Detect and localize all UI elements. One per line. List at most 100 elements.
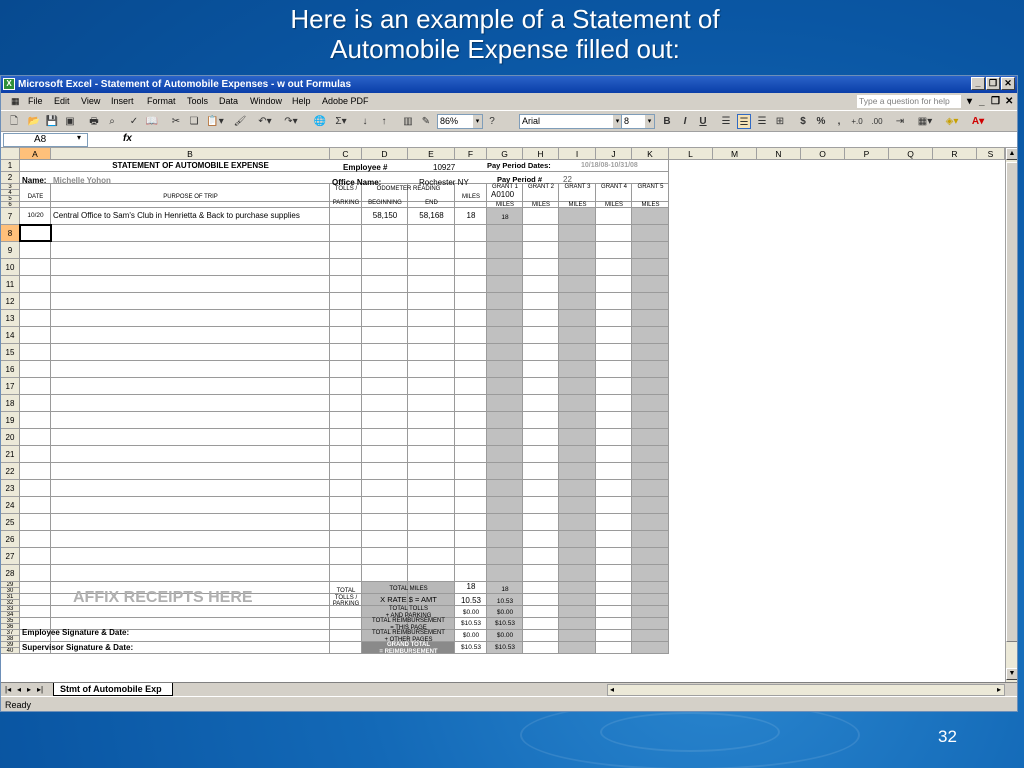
row-header-28[interactable]: 28 xyxy=(1,565,20,582)
percent-button[interactable]: % xyxy=(815,114,827,129)
next-sheet-icon[interactable]: ▸ xyxy=(27,683,31,696)
open-icon[interactable]: 📂 xyxy=(27,114,41,129)
minimize-button[interactable]: _ xyxy=(971,77,985,90)
format-painter-icon[interactable]: 🖌 xyxy=(233,114,247,129)
underline-button[interactable]: U xyxy=(697,114,709,129)
row-header-13[interactable]: 13 xyxy=(1,310,20,327)
menu-file[interactable]: File xyxy=(28,93,43,110)
row-header-7[interactable]: 7 xyxy=(1,208,20,225)
hyperlink-icon[interactable]: 🌐 xyxy=(313,114,327,129)
menu-window[interactable]: Window xyxy=(250,93,282,110)
merge-center-icon[interactable]: ⊞ xyxy=(773,114,787,129)
cut-icon[interactable]: ✂ xyxy=(169,114,183,129)
column-header-m[interactable]: M xyxy=(713,148,757,160)
save-icon[interactable]: 💾 xyxy=(45,114,59,129)
prev-sheet-icon[interactable]: ◂ xyxy=(17,683,21,696)
italic-button[interactable]: I xyxy=(679,114,691,129)
scroll-left-icon[interactable]: ◂ xyxy=(610,683,614,696)
menu-help[interactable]: Help xyxy=(292,93,311,110)
align-left-icon[interactable]: ☰ xyxy=(719,114,733,129)
row-header-10[interactable]: 10 xyxy=(1,259,20,276)
align-right-icon[interactable]: ☰ xyxy=(755,114,769,129)
row-header-22[interactable]: 22 xyxy=(1,463,20,480)
row-header-14[interactable]: 14 xyxy=(1,327,20,344)
column-header-q[interactable]: Q xyxy=(889,148,933,160)
column-header-n[interactable]: N xyxy=(757,148,801,160)
help-icon[interactable]: ? xyxy=(485,114,499,129)
column-header-p[interactable]: P xyxy=(845,148,889,160)
fill-color-icon[interactable]: ◈▾ xyxy=(941,114,963,129)
scroll-up-icon[interactable]: ▲ xyxy=(1006,148,1017,160)
permission-icon[interactable]: ▣ xyxy=(63,114,77,129)
new-icon[interactable]: 🗋 xyxy=(7,114,21,129)
row-header-1[interactable]: 1 xyxy=(1,160,20,172)
horizontal-scrollbar[interactable]: ◂ ▸ xyxy=(607,684,1005,696)
print-icon[interactable]: 🖶 xyxy=(87,114,101,129)
drawing-icon[interactable]: ✎ xyxy=(419,114,433,129)
row-header-11[interactable]: 11 xyxy=(1,276,20,293)
excel-icon[interactable]: X xyxy=(3,78,15,90)
row-header-15[interactable]: 15 xyxy=(1,344,20,361)
row-header-23[interactable]: 23 xyxy=(1,480,20,497)
restore-button[interactable]: ❐ xyxy=(986,77,1000,90)
select-all-corner[interactable] xyxy=(1,148,20,160)
last-sheet-icon[interactable]: ▸| xyxy=(37,683,43,696)
row-header-16[interactable]: 16 xyxy=(1,361,20,378)
row-header-20[interactable]: 20 xyxy=(1,429,20,446)
row-header-21[interactable]: 21 xyxy=(1,446,20,463)
row-header-12[interactable]: 12 xyxy=(1,293,20,310)
scroll-right-icon[interactable]: ▸ xyxy=(997,683,1001,696)
column-header-r[interactable]: R xyxy=(933,148,977,160)
spreadsheet-grid[interactable]: A B C D E F G H I J K L M N O P Q R S 1 2 3 4 5 6 7 8 9 10 11 12 13 14 15… xyxy=(1,148,1005,682)
scroll-down-icon[interactable]: ▼ xyxy=(1006,668,1017,680)
sort-descending-icon[interactable]: ↑ xyxy=(377,114,391,129)
copy-icon[interactable]: ❏ xyxy=(187,114,201,129)
workbook-icon[interactable]: ▦ xyxy=(11,93,20,110)
indent-icon[interactable]: ⇥ xyxy=(893,114,907,129)
spelling-icon[interactable]: ✓ xyxy=(127,114,141,129)
decrease-decimal-icon[interactable]: .00 xyxy=(869,114,885,129)
menu-adobe-pdf[interactable]: Adobe PDF xyxy=(322,93,369,110)
paste-icon[interactable]: 📋▾ xyxy=(205,114,225,129)
comma-button[interactable]: , xyxy=(833,114,845,129)
row-header-2[interactable]: 2 xyxy=(1,172,20,184)
sort-ascending-icon[interactable]: ↓ xyxy=(358,114,372,129)
borders-icon[interactable]: ▦▾ xyxy=(915,114,935,129)
undo-icon[interactable]: ↶▾ xyxy=(255,114,275,129)
row-header-27[interactable]: 27 xyxy=(1,548,20,565)
doc-close-button[interactable]: ✕ xyxy=(1005,93,1013,110)
autosum-icon[interactable]: Σ▾ xyxy=(331,114,351,129)
menu-tools[interactable]: Tools xyxy=(187,93,208,110)
font-select[interactable]: Arial ▾ xyxy=(519,114,623,129)
menu-data[interactable]: Data xyxy=(219,93,238,110)
chart-wizard-icon[interactable]: ▥ xyxy=(401,114,415,129)
column-header-o[interactable]: O xyxy=(801,148,845,160)
row-header-9[interactable]: 9 xyxy=(1,242,20,259)
formula-input[interactable] xyxy=(141,133,1001,147)
font-size-select[interactable]: 8 ▾ xyxy=(621,114,655,129)
selected-cell-a8[interactable] xyxy=(19,224,52,242)
row-header-24[interactable]: 24 xyxy=(1,497,20,514)
help-search-input[interactable]: Type a question for help xyxy=(857,95,961,108)
doc-minimize-button[interactable]: _ xyxy=(979,93,985,110)
menu-format[interactable]: Format xyxy=(147,93,176,110)
menu-insert[interactable]: Insert xyxy=(111,93,134,110)
help-dropdown-icon[interactable]: ▾ xyxy=(967,93,972,110)
row-header-19[interactable]: 19 xyxy=(1,412,20,429)
row-header-18[interactable]: 18 xyxy=(1,395,20,412)
doc-restore-button[interactable]: ❐ xyxy=(991,93,1000,110)
print-preview-icon[interactable]: ⌕ xyxy=(105,114,119,129)
function-icon[interactable]: fx xyxy=(123,133,132,144)
zoom-select[interactable]: 86% ▾ xyxy=(437,114,483,129)
vertical-scrollbar[interactable]: ▲ ▼ xyxy=(1005,148,1017,682)
align-center-icon[interactable]: ☰ xyxy=(737,114,751,129)
menu-view[interactable]: View xyxy=(81,93,100,110)
font-color-icon[interactable]: A▾ xyxy=(967,114,989,129)
column-header-s[interactable]: S xyxy=(977,148,1005,160)
menu-edit[interactable]: Edit xyxy=(54,93,70,110)
redo-icon[interactable]: ↷▾ xyxy=(281,114,301,129)
chevron-down-icon[interactable]: ▾ xyxy=(645,115,654,128)
bold-button[interactable]: B xyxy=(661,114,673,129)
chevron-down-icon[interactable]: ▾ xyxy=(473,115,482,128)
close-button[interactable]: ✕ xyxy=(1001,77,1015,90)
